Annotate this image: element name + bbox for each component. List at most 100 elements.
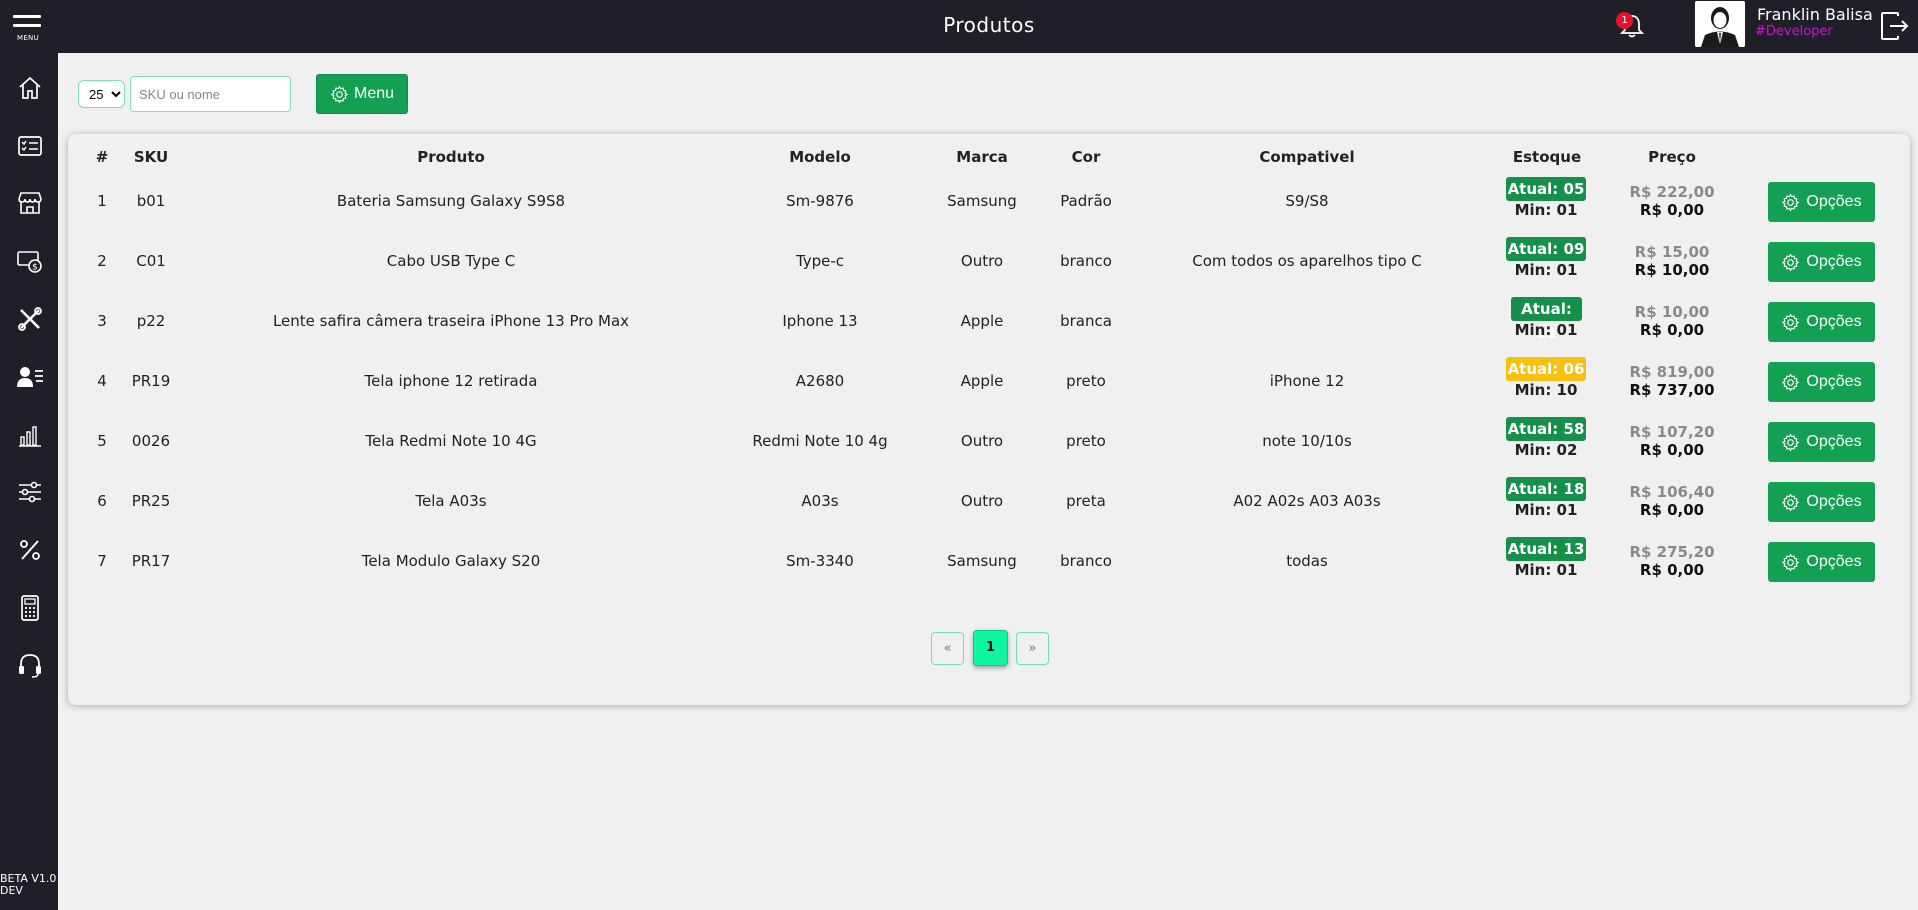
- cell-cor: Padrão: [1060, 192, 1112, 210]
- cell-modelo: Iphone 13: [782, 312, 858, 330]
- cell-modelo: A2680: [795, 372, 845, 390]
- avatar[interactable]: [1695, 1, 1745, 47]
- version-line-2: DEV: [0, 884, 23, 897]
- cell-produto: Lente safira câmera traseira iPhone 13 P…: [272, 312, 630, 330]
- stock-min: Min: 01: [1514, 561, 1578, 579]
- price-secondary: R$ 0,00: [1639, 201, 1705, 219]
- cell-produto: Tela iphone 12 retirada: [364, 372, 538, 390]
- options-button[interactable]: Opções: [1768, 182, 1875, 222]
- sliders-icon[interactable]: [16, 478, 44, 506]
- cell-cor: branca: [1060, 312, 1112, 330]
- cell-cor: branco: [1060, 252, 1112, 270]
- gear-icon: [1782, 432, 1800, 452]
- cell-compativel: Com todos os aparelhos tipo C: [1192, 252, 1422, 270]
- cell-sku: C01: [136, 252, 166, 270]
- col-header-estoque: Estoque: [1512, 148, 1582, 166]
- menu-button[interactable]: Menu: [316, 74, 408, 114]
- percent-icon[interactable]: [16, 536, 44, 564]
- cell-cor: preto: [1066, 372, 1106, 390]
- stock-current-badge: Atual: 18: [1506, 477, 1586, 501]
- cell-modelo: Type-c: [795, 252, 845, 270]
- price-secondary: R$ 0,00: [1639, 321, 1705, 339]
- cell-marca: Outro: [960, 492, 1004, 510]
- pagination-page-1[interactable]: 1: [973, 630, 1008, 666]
- stock-current-badge: Atual: 09: [1506, 237, 1586, 261]
- cell-sku: PR17: [131, 552, 171, 570]
- menu-button-label: Menu: [353, 85, 395, 102]
- col-header-num: #: [95, 148, 109, 166]
- avatar-person-icon: [1695, 1, 1745, 47]
- products-card: [68, 134, 1910, 705]
- price-main: R$ 10,00: [1634, 303, 1710, 321]
- col-header-cor: Cor: [1071, 148, 1101, 166]
- pagination-next[interactable]: »: [1016, 632, 1049, 665]
- options-button[interactable]: Opções: [1768, 242, 1875, 282]
- cell-cor: preta: [1066, 492, 1106, 510]
- cell-num: 1: [97, 192, 107, 210]
- price-secondary: R$ 0,00: [1639, 561, 1705, 579]
- cell-cor: preto: [1066, 432, 1106, 450]
- headset-icon[interactable]: [16, 651, 44, 679]
- tools-icon[interactable]: [16, 305, 44, 333]
- stock-current-badge: Atual: 13: [1506, 537, 1586, 561]
- users-icon[interactable]: [16, 363, 44, 391]
- options-button[interactable]: Opções: [1768, 542, 1875, 582]
- options-button[interactable]: Opções: [1768, 422, 1875, 462]
- options-button-label: Opções: [1806, 373, 1862, 390]
- search-input[interactable]: [130, 76, 291, 112]
- cell-produto: Tela Redmi Note 10 4G: [365, 432, 537, 450]
- pagination-prev[interactable]: «: [931, 632, 964, 665]
- cell-cor: branco: [1060, 552, 1112, 570]
- calculator-icon[interactable]: [16, 594, 44, 622]
- store-icon[interactable]: [16, 189, 44, 217]
- notification-badge: 1: [1616, 12, 1633, 29]
- stock-min: Min: 01: [1514, 261, 1578, 279]
- options-button-label: Opções: [1806, 253, 1862, 270]
- price-secondary: R$ 737,00: [1629, 381, 1715, 399]
- cell-sku: p22: [136, 312, 166, 330]
- user-name: Franklin Balisa: [1757, 5, 1873, 24]
- money-icon[interactable]: $: [16, 247, 44, 275]
- stock-current-badge: Atual: 58: [1506, 417, 1586, 441]
- col-header-produto: Produto: [417, 148, 485, 166]
- cell-marca: Apple: [960, 372, 1004, 390]
- cell-produto: Tela A03s: [415, 492, 487, 510]
- logout-icon[interactable]: [1878, 10, 1910, 42]
- options-button-label: Opções: [1806, 313, 1862, 330]
- cell-marca: Apple: [960, 312, 1004, 330]
- version-label: BETA V1.0 DEV: [0, 873, 56, 897]
- gear-icon: [1782, 552, 1800, 572]
- cell-sku: b01: [136, 192, 166, 210]
- cell-sku: 0026: [131, 432, 171, 450]
- options-button[interactable]: Opções: [1768, 362, 1875, 402]
- cell-compativel: iPhone 12: [1269, 372, 1345, 390]
- gear-icon: [330, 84, 349, 104]
- cell-modelo: Sm-9876: [786, 192, 854, 210]
- options-button-label: Opções: [1806, 493, 1862, 510]
- sidebar: $: [0, 53, 58, 910]
- options-button[interactable]: Opções: [1768, 302, 1875, 342]
- cell-compativel: A02 A02s A03 A03s: [1233, 492, 1381, 510]
- gear-icon: [1782, 252, 1800, 272]
- home-icon[interactable]: [16, 74, 44, 102]
- cell-produto: Cabo USB Type C: [386, 252, 516, 270]
- per-page-select[interactable]: 25: [78, 80, 125, 108]
- stock-current-badge: Atual: 11: [1511, 297, 1582, 342]
- checklist-icon[interactable]: [16, 132, 44, 160]
- cell-marca: Samsung: [947, 552, 1017, 570]
- stock-min: Min: 01: [1514, 321, 1578, 339]
- stock-min: Min: 01: [1514, 501, 1578, 519]
- price-main: R$ 106,40: [1629, 483, 1715, 501]
- price-main: R$ 275,20: [1629, 543, 1715, 561]
- cell-marca: Samsung: [947, 192, 1017, 210]
- options-button-label: Opções: [1806, 193, 1862, 210]
- cell-compativel: S9/S8: [1285, 192, 1329, 210]
- price-main: R$ 15,00: [1634, 243, 1710, 261]
- cell-num: 7: [97, 552, 107, 570]
- stock-min: Min: 01: [1514, 201, 1578, 219]
- stock-min: Min: 10: [1514, 381, 1578, 399]
- options-button[interactable]: Opções: [1768, 482, 1875, 522]
- cell-modelo: Redmi Note 10 4g: [752, 432, 888, 450]
- chart-icon[interactable]: [16, 421, 44, 449]
- price-main: R$ 222,00: [1629, 183, 1715, 201]
